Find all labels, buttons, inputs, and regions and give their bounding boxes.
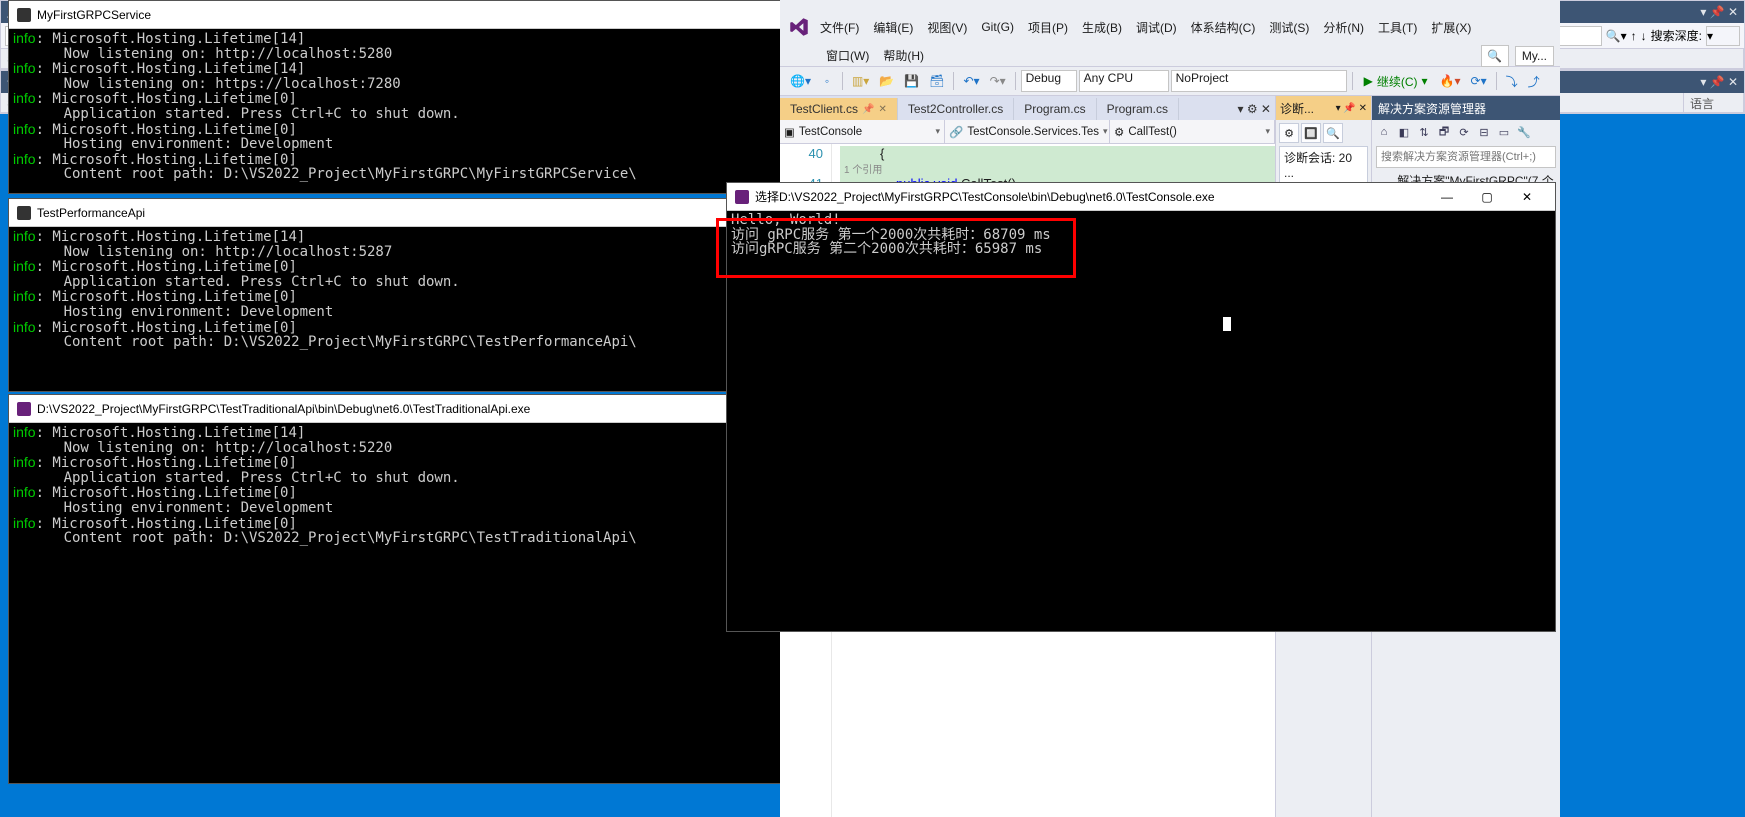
config-dropdown[interactable]: Debug bbox=[1021, 70, 1077, 92]
solution-toolbar: ⌂ ◧ ⇅ 🗗 ⟳ ⊟ ▭ 🔧 bbox=[1372, 120, 1560, 144]
menu-analyze[interactable]: 分析(N) bbox=[1317, 16, 1370, 39]
step-over-icon[interactable]: ⤴ bbox=[1524, 70, 1544, 92]
save-all-icon[interactable]: 🗃 bbox=[925, 70, 948, 92]
restart-icon[interactable]: ⟳▾ bbox=[1467, 70, 1491, 92]
vs-menu-bar: 文件(F) 编辑(E) 视图(V) Git(G) 项目(P) 生成(B) 调试(… bbox=[780, 14, 1560, 66]
nav-back-icon[interactable]: 🌐▾ bbox=[786, 70, 815, 92]
diag-zoom-icon[interactable]: 🔲 bbox=[1301, 123, 1321, 143]
terminal-output[interactable]: Hello, World! 访问 gRPC服务 第一个2000次共耗时：6870… bbox=[727, 211, 1555, 259]
search-depth-dropdown[interactable]: ▾ bbox=[1706, 26, 1740, 46]
open-icon[interactable]: 📂 bbox=[875, 70, 898, 92]
minimize-button[interactable]: — bbox=[1427, 183, 1467, 211]
code-nav-bar: ▣ TestConsole 🔗 TestConsole.Services.Tes… bbox=[780, 120, 1275, 144]
startup-dropdown[interactable]: NoProject bbox=[1171, 70, 1347, 92]
app-icon bbox=[17, 8, 31, 22]
vs-toolbar: 🌐▾ ◦ ▥▾ 📂 💾 🗃 ↶▾ ↷▾ Debug Any CPU NoProj… bbox=[780, 66, 1560, 96]
menu-git[interactable]: Git(G) bbox=[975, 17, 1020, 37]
arrow-up-icon[interactable]: ↑ bbox=[1631, 29, 1637, 43]
panel-controls[interactable]: ▾ 📌 ✕ bbox=[1700, 5, 1738, 19]
window-title: TestPerformanceApi bbox=[37, 206, 145, 220]
tab-test2controller[interactable]: Test2Controller.cs bbox=[898, 98, 1014, 120]
diag-reset-icon[interactable]: 🔍 bbox=[1323, 123, 1343, 143]
collapse-icon[interactable]: ⊟ bbox=[1475, 123, 1493, 141]
tab-program1[interactable]: Program.cs bbox=[1014, 98, 1096, 120]
nav-fwd-icon[interactable]: ◦ bbox=[817, 70, 837, 92]
solution-explorer-header: 解决方案资源管理器 bbox=[1372, 96, 1560, 120]
panel-controls[interactable]: ▾ 📌 ✕ bbox=[1336, 103, 1367, 114]
search-depth-label: 搜索深度: bbox=[1651, 27, 1702, 44]
title-bar[interactable]: MyFirstGRPCService bbox=[9, 1, 877, 29]
diag-session-label: 诊断会话: 20 ... bbox=[1279, 146, 1368, 183]
menu-test[interactable]: 测试(S) bbox=[1263, 16, 1315, 39]
menu-build[interactable]: 生成(B) bbox=[1076, 16, 1128, 39]
redo-icon[interactable]: ↷▾ bbox=[986, 70, 1010, 92]
vs-logo-icon bbox=[786, 14, 812, 40]
console-testconsole: 选择D:\VS2022_Project\MyFirstGRPC\TestCons… bbox=[726, 182, 1556, 632]
refresh-icon[interactable]: ⟳ bbox=[1455, 123, 1473, 141]
arrow-down-icon[interactable]: ↓ bbox=[1641, 29, 1647, 43]
menu-project[interactable]: 项目(P) bbox=[1022, 16, 1074, 39]
pending-icon[interactable]: ⇅ bbox=[1415, 123, 1433, 141]
close-icon[interactable]: ✕ bbox=[878, 104, 886, 115]
menu-debug[interactable]: 调试(D) bbox=[1130, 16, 1183, 39]
vs-account-button[interactable]: My... bbox=[1515, 46, 1554, 66]
menu-file[interactable]: 文件(F) bbox=[814, 16, 865, 39]
solution-search-input[interactable] bbox=[1376, 146, 1556, 168]
app-icon bbox=[17, 402, 31, 416]
terminal-output[interactable]: info: Microsoft.Hosting.Lifetime[14] Now… bbox=[9, 29, 877, 184]
menu-view[interactable]: 视图(V) bbox=[921, 16, 973, 39]
tab-testclient[interactable]: TestClient.cs📌✕ bbox=[780, 98, 898, 120]
save-icon[interactable]: 💾 bbox=[900, 70, 923, 92]
step-icon[interactable]: ⤵ bbox=[1502, 70, 1522, 92]
codelens-references[interactable]: 1 个引用 bbox=[840, 161, 1275, 176]
window-title: 选择D:\VS2022_Project\MyFirstGRPC\TestCons… bbox=[755, 188, 1215, 205]
code-line: { bbox=[840, 146, 1275, 161]
properties-icon[interactable]: 🔧 bbox=[1515, 123, 1533, 141]
tab-program2[interactable]: Program.cs bbox=[1097, 98, 1179, 120]
panel-controls[interactable]: ▾ 📌 ✕ bbox=[1700, 75, 1738, 89]
diagnostic-tab[interactable]: 诊断...▾ 📌 ✕ bbox=[1276, 96, 1371, 120]
continue-button[interactable]: ▶ 继续(C) ▾ bbox=[1358, 73, 1434, 90]
nav-project-dropdown[interactable]: ▣ TestConsole bbox=[780, 120, 945, 143]
title-bar[interactable]: 选择D:\VS2022_Project\MyFirstGRPC\TestCons… bbox=[727, 183, 1555, 211]
pin-icon[interactable]: 📌 bbox=[862, 104, 874, 115]
nav-class-dropdown[interactable]: 🔗 TestConsole.Services.Tes bbox=[945, 120, 1110, 143]
maximize-button[interactable]: ▢ bbox=[1467, 183, 1507, 211]
menu-arch[interactable]: 体系结构(C) bbox=[1185, 16, 1262, 39]
home-icon[interactable]: ⌂ bbox=[1375, 123, 1393, 141]
window-title: MyFirstGRPCService bbox=[37, 8, 151, 22]
undo-icon[interactable]: ↶▾ bbox=[959, 70, 983, 92]
menu-window[interactable]: 窗口(W) bbox=[820, 44, 875, 67]
menu-tools[interactable]: 工具(T) bbox=[1372, 16, 1423, 39]
menu-help[interactable]: 帮助(H) bbox=[877, 44, 930, 67]
window-title: D:\VS2022_Project\MyFirstGRPC\TestTradit… bbox=[37, 402, 530, 416]
show-all-icon[interactable]: ▭ bbox=[1495, 123, 1513, 141]
menu-edit[interactable]: 编辑(E) bbox=[867, 16, 919, 39]
vs-search-button[interactable]: 🔍 bbox=[1481, 45, 1509, 67]
cursor-caret bbox=[1223, 317, 1231, 331]
menu-ext[interactable]: 扩展(X) bbox=[1425, 16, 1477, 39]
switch-view-icon[interactable]: ◧ bbox=[1395, 123, 1413, 141]
search-icon[interactable]: 🔍▾ bbox=[1606, 29, 1627, 43]
app-icon bbox=[17, 206, 31, 220]
console-grpc-service: MyFirstGRPCService info: Microsoft.Hosti… bbox=[8, 0, 878, 194]
editor-tabs: TestClient.cs📌✕ Test2Controller.cs Progr… bbox=[780, 96, 1275, 120]
platform-dropdown[interactable]: Any CPU bbox=[1079, 70, 1169, 92]
new-project-icon[interactable]: ▥▾ bbox=[848, 70, 873, 92]
diag-settings-icon[interactable]: ⚙ bbox=[1279, 123, 1299, 143]
nav-member-dropdown[interactable]: ⚙ CallTest() bbox=[1110, 120, 1275, 143]
sync-icon[interactable]: 🗗 bbox=[1435, 123, 1453, 141]
tabs-overflow-icon[interactable]: ▾ ⚙ ✕ bbox=[1233, 98, 1275, 120]
app-icon bbox=[735, 190, 749, 204]
close-button[interactable]: ✕ bbox=[1507, 183, 1547, 211]
hot-reload-icon[interactable]: 🔥▾ bbox=[1436, 70, 1465, 92]
